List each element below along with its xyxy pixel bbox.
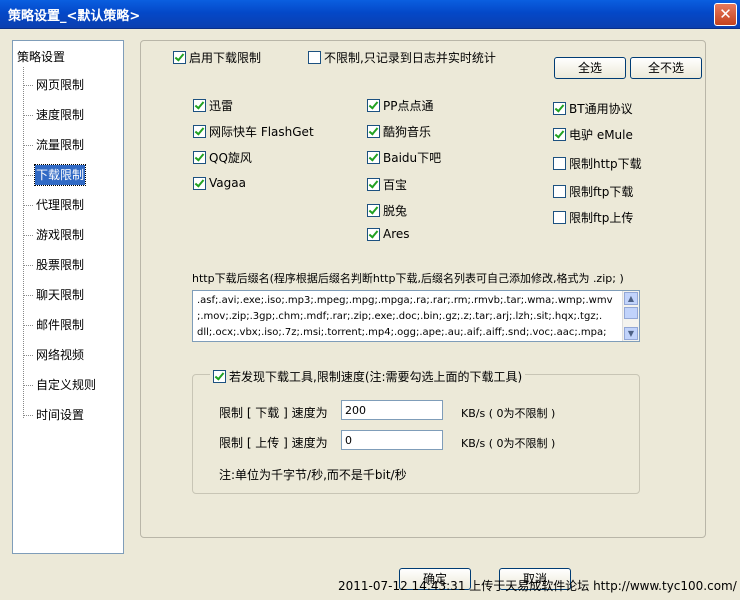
nav-item-label: 时间设置 — [36, 408, 85, 422]
tool-checkbox-ares[interactable]: Ares — [367, 227, 410, 241]
scrollbar[interactable]: ▲ ▼ — [622, 291, 639, 341]
tool-checkbox-pp[interactable]: PP点点通 — [367, 97, 433, 114]
checkbox-label: PP点点通 — [383, 99, 434, 113]
checkbox-label: 若发现下载工具,限制速度(注:需要勾选上面的下载工具) — [229, 370, 523, 384]
checkbox-box — [367, 227, 380, 241]
nav-item-label: 股票限制 — [36, 258, 85, 272]
checkbox-box — [173, 51, 186, 64]
download-speed-label: 限制 [ 下载 ] 速度为 — [219, 406, 328, 420]
checkbox-box — [553, 102, 566, 115]
nav-item-label: 网页限制 — [36, 78, 85, 92]
nav-root[interactable]: 策略设置 — [17, 48, 65, 65]
checkbox-box — [553, 211, 566, 224]
nav-item-label: 速度限制 — [36, 108, 85, 122]
download-speed-input[interactable]: 200 — [341, 400, 443, 420]
checkbox-label: 脱兔 — [383, 204, 408, 218]
checkbox-label: 限制ftp上传 — [569, 211, 634, 225]
limit-http-download-checkbox[interactable]: 限制http下载 — [553, 155, 642, 172]
checkbox-box — [193, 125, 206, 138]
http-ext-text: .asf;.avi;.exe;.iso;.mp3;.mpeg;.mpg;.mpg… — [197, 295, 613, 338]
scroll-down-arrow-icon[interactable]: ▼ — [624, 327, 638, 340]
nav-item-label: 游戏限制 — [36, 228, 85, 242]
tool-checkbox-emule[interactable]: 电驴 eMule — [553, 126, 633, 143]
checkbox-box — [553, 157, 566, 170]
upload-speed-label: 限制 [ 上传 ] 速度为 — [219, 436, 328, 450]
checkbox-label: Baidu下吧 — [383, 151, 442, 165]
select-all-button[interactable]: 全选 — [554, 57, 626, 79]
checkbox-box — [553, 128, 566, 141]
checkbox-label: 酷狗音乐 — [383, 125, 432, 139]
nav-item-label: 网络视频 — [36, 348, 85, 362]
checkbox-box — [213, 370, 226, 383]
checkbox-box — [553, 185, 566, 198]
checkbox-box — [367, 204, 380, 217]
checkbox-label: Ares — [383, 227, 410, 241]
limit-speed-on-detect-checkbox[interactable]: 若发现下载工具,限制速度(注:需要勾选上面的下载工具) — [210, 368, 526, 385]
close-button[interactable]: ✕ — [714, 3, 737, 26]
checkbox-label: 迅雷 — [209, 99, 234, 113]
checkbox-label: 网际快车 FlashGet — [209, 125, 314, 139]
enable-download-limit-checkbox[interactable]: 启用下载限制 — [170, 49, 265, 66]
tree-line — [23, 67, 24, 418]
checkbox-label: QQ旋风 — [209, 151, 252, 165]
policy-window: 策略设置_<默认策略> ✕ 策略设置 网页限制 速度限制 流量限制 下载限制 代… — [0, 0, 740, 600]
download-speed-unit: KB/s ( 0为不限制 ) — [461, 407, 556, 420]
checkbox-box — [193, 151, 206, 164]
checkbox-label: 电驴 eMule — [569, 128, 633, 142]
tool-checkbox-tuotu[interactable]: 脱兔 — [367, 202, 407, 219]
nav-item-label: 聊天限制 — [36, 288, 85, 302]
window-title: 策略设置_<默认策略> — [8, 9, 141, 24]
limit-ftp-download-checkbox[interactable]: 限制ftp下载 — [553, 183, 633, 200]
http-ext-label: http下载后缀名(程序根据后缀名判断http下载,后缀名列表可自己添加修改,格… — [192, 272, 624, 285]
checkbox-label: Vagaa — [209, 176, 246, 190]
checkbox-box — [193, 99, 206, 112]
title-bar: 策略设置_<默认策略> ✕ — [0, 0, 740, 29]
checkbox-box — [193, 176, 206, 190]
tool-checkbox-xunlei[interactable]: 迅雷 — [193, 97, 233, 114]
checkbox-box — [367, 125, 380, 138]
tool-checkbox-baibao[interactable]: 百宝 — [367, 176, 407, 193]
checkbox-label: 启用下载限制 — [189, 51, 262, 65]
tool-checkbox-flashget[interactable]: 网际快车 FlashGet — [193, 123, 314, 140]
nav-item-label: 自定义规则 — [36, 378, 97, 392]
unit-note: 注:单位为千字节/秒,而不是千bit/秒 — [219, 468, 407, 482]
nav-item-label: 流量限制 — [36, 138, 85, 152]
watermark-text: 2011-07-12 14:43:31 上传于天易成软件论坛 http://ww… — [338, 579, 737, 593]
tool-checkbox-kugou[interactable]: 酷狗音乐 — [367, 123, 431, 140]
checkbox-box — [367, 178, 380, 191]
scroll-up-arrow-icon[interactable]: ▲ — [624, 292, 638, 305]
checkbox-label: 限制ftp下载 — [569, 185, 634, 199]
checkbox-box — [308, 51, 321, 64]
nav-item-label: 下载限制 — [33, 164, 87, 186]
scroll-thumb[interactable] — [624, 307, 638, 319]
upload-speed-unit: KB/s ( 0为不限制 ) — [461, 437, 556, 450]
checkbox-box — [367, 151, 380, 164]
nav-tree: 策略设置 网页限制 速度限制 流量限制 下载限制 代理限制 游戏限制 股票限制 … — [12, 40, 124, 554]
upload-speed-input[interactable]: 0 — [341, 430, 443, 450]
checkbox-label: BT通用协议 — [569, 102, 633, 116]
checkbox-box — [367, 99, 380, 112]
nav-item-label: 代理限制 — [36, 198, 85, 212]
checkbox-label: 不限制,只记录到日志并实时统计 — [324, 51, 496, 65]
no-limit-log-only-checkbox[interactable]: 不限制,只记录到日志并实时统计 — [305, 49, 499, 66]
nav-item-label: 邮件限制 — [36, 318, 85, 332]
tool-checkbox-vagaa[interactable]: Vagaa — [193, 176, 246, 190]
tool-checkbox-qqxuanfeng[interactable]: QQ旋风 — [193, 149, 252, 166]
checkbox-label: 百宝 — [383, 178, 408, 192]
select-none-button[interactable]: 全不选 — [630, 57, 702, 79]
tool-checkbox-baidu[interactable]: Baidu下吧 — [367, 149, 441, 166]
limit-ftp-upload-checkbox[interactable]: 限制ftp上传 — [553, 209, 633, 226]
tool-checkbox-bt[interactable]: BT通用协议 — [553, 100, 633, 117]
http-ext-textarea[interactable]: .asf;.avi;.exe;.iso;.mp3;.mpeg;.mpg;.mpg… — [192, 290, 640, 342]
checkbox-label: 限制http下载 — [569, 157, 642, 171]
